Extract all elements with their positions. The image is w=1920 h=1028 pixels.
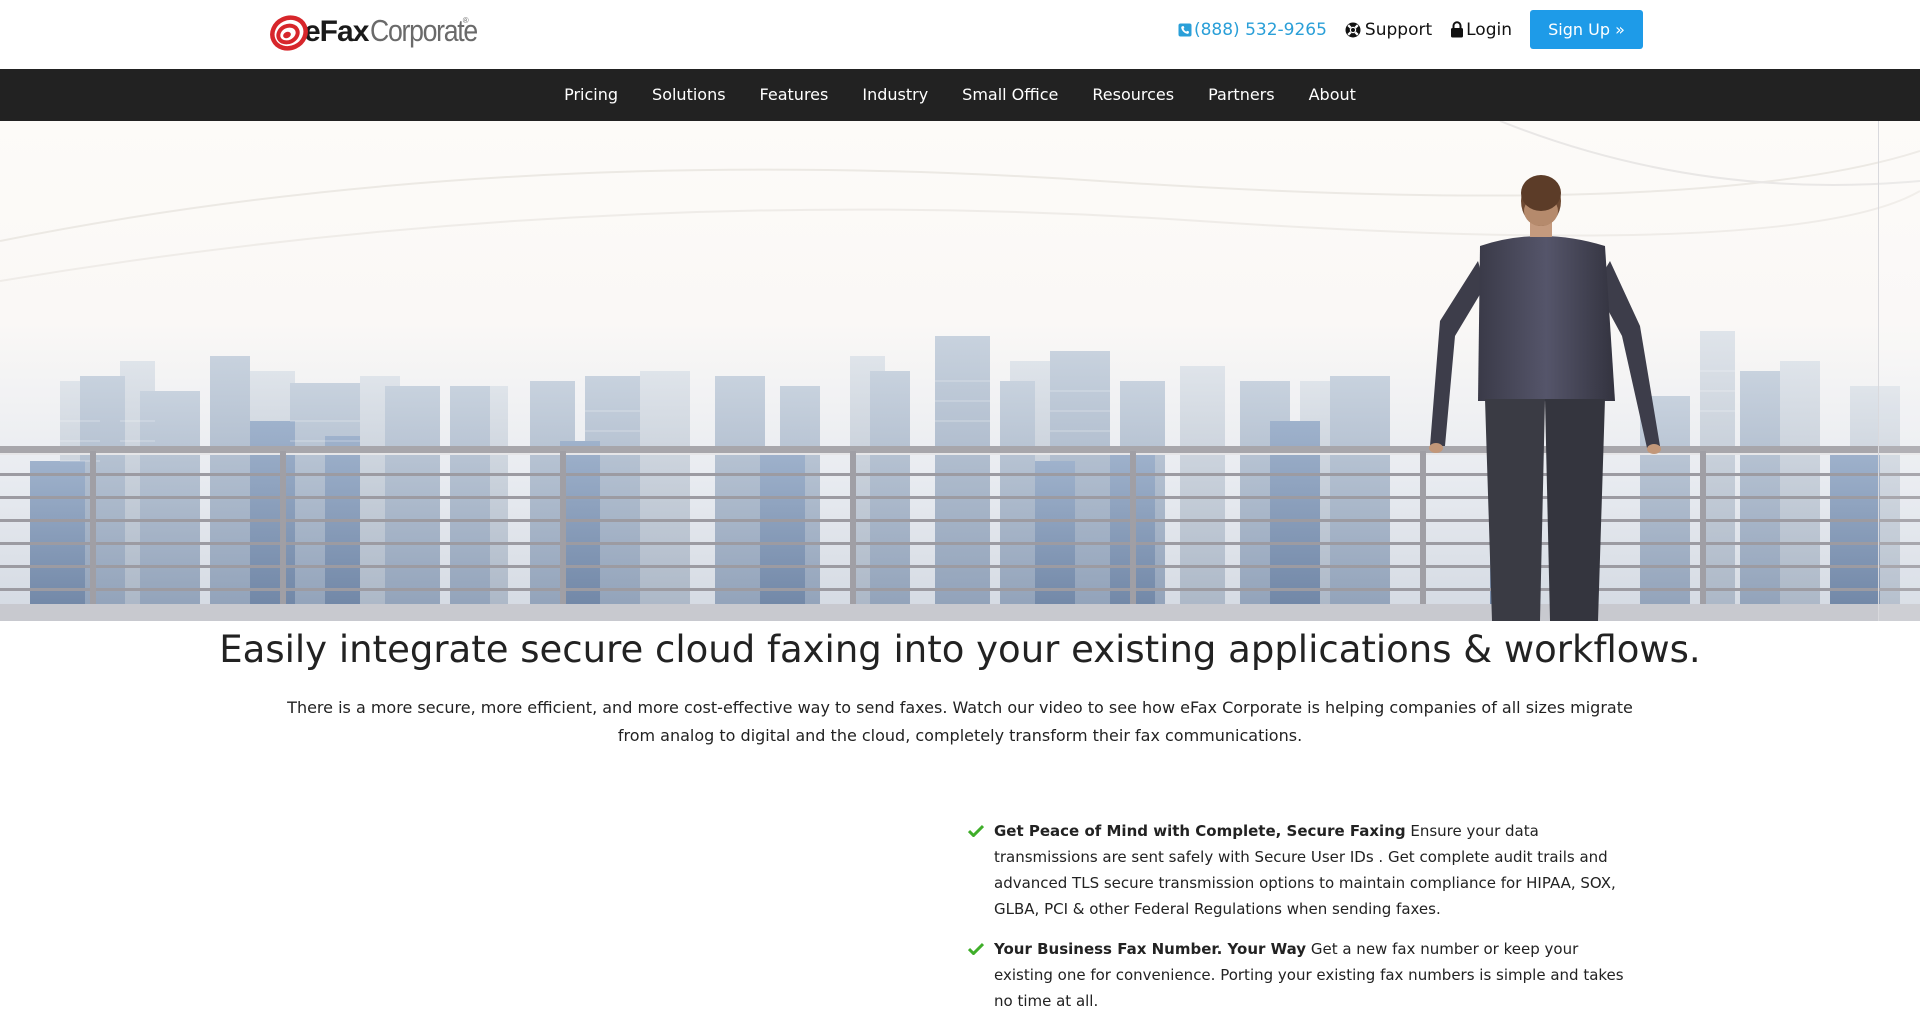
main-nav: Pricing Solutions Features Industry Smal… — [0, 69, 1920, 121]
nav-item-small-office[interactable]: Small Office — [945, 69, 1075, 121]
feature-title: Your Business Fax Number. Your Way — [994, 940, 1307, 958]
efax-logo[interactable]: eFax Corporate ® — [268, 9, 479, 53]
feature-list: Get Peace of Mind with Complete, Secure … — [967, 818, 1643, 1028]
list-item: Your Business Fax Number. Your Way Get a… — [967, 936, 1643, 1014]
top-links: (888) 532-9265 Support Login Sign Up » — [1178, 10, 1643, 49]
sign-up-button[interactable]: Sign Up » — [1530, 10, 1643, 49]
list-item: Get Peace of Mind with Complete, Secure … — [967, 818, 1643, 922]
check-icon — [967, 818, 994, 922]
page-headline: Easily integrate secure cloud faxing int… — [219, 628, 1701, 671]
nav-item-features[interactable]: Features — [743, 69, 846, 121]
efax-swirl-icon — [268, 11, 308, 51]
hero-banner-image — [0, 121, 1920, 621]
feature-title: Get Peace of Mind with Complete, Secure … — [994, 822, 1406, 840]
phone-icon — [1178, 23, 1192, 36]
nav-item-pricing[interactable]: Pricing — [547, 69, 635, 121]
logo-registered: ® — [462, 16, 469, 25]
lock-icon — [1451, 21, 1464, 38]
check-icon — [967, 936, 994, 1014]
nav-item-about[interactable]: About — [1292, 69, 1373, 121]
logo-brand: eFax — [304, 15, 369, 48]
phone-number: (888) 532-9265 — [1193, 19, 1327, 40]
lifebuoy-icon — [1345, 22, 1361, 37]
nav-item-solutions[interactable]: Solutions — [635, 69, 743, 121]
nav-item-resources[interactable]: Resources — [1075, 69, 1191, 121]
support-link[interactable]: Support — [1345, 20, 1432, 40]
logo-product: Corporate — [370, 13, 478, 48]
login-label: Login — [1466, 19, 1512, 40]
nav-item-partners[interactable]: Partners — [1191, 69, 1291, 121]
login-link[interactable]: Login — [1450, 20, 1512, 40]
nav-item-industry[interactable]: Industry — [845, 69, 945, 121]
phone-link[interactable]: (888) 532-9265 — [1178, 20, 1327, 40]
businessman-figure — [1429, 175, 1661, 621]
intro-paragraph: There is a more secure, more efficient, … — [287, 698, 1633, 745]
support-label: Support — [1364, 19, 1433, 40]
top-header: eFax Corporate ® (888) 532-9265 Support — [0, 0, 1920, 69]
